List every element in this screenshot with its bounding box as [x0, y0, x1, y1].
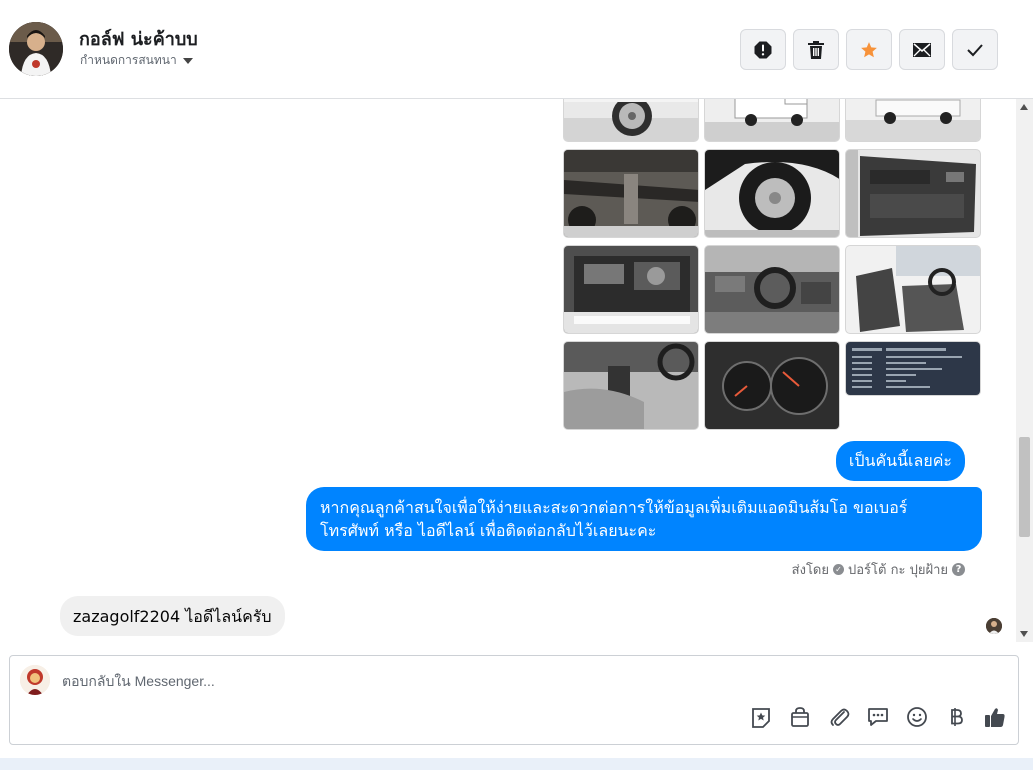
page-avatar [20, 665, 50, 695]
seen-avatar [986, 618, 1002, 634]
check-badge-icon: ✓ [833, 564, 844, 575]
baht-icon [951, 708, 963, 726]
sent-by-name: ปอร์โต้ กะ ปุยฝ้าย [848, 563, 948, 578]
checkmark-icon [967, 43, 983, 56]
conversation-header: กอล์ฟ น่ะค้าบบ กำหนดการสนทนา [0, 0, 1033, 99]
star-icon [861, 41, 877, 57]
assign-conversation-dropdown[interactable]: กำหนดการสนทนา [80, 51, 193, 70]
assign-label: กำหนดการสนทนา [80, 53, 177, 67]
caret-down-icon [182, 57, 193, 64]
done-button[interactable] [952, 29, 998, 70]
reply-input[interactable] [62, 668, 962, 694]
message-bubble-outgoing[interactable]: หากคุณลูกค้าสนใจเพื่อให้ง่ายและสะดวกต่อก… [306, 487, 982, 551]
photo-thumbnail[interactable] [563, 245, 699, 334]
photo-thumbnail[interactable] [845, 341, 981, 396]
sticker-button[interactable] [750, 706, 772, 728]
photo-thumbnail[interactable] [563, 149, 699, 238]
envelope-icon [913, 42, 931, 57]
emoji-button[interactable] [906, 706, 928, 728]
message-text-line: หากคุณลูกค้าสนใจเพื่อให้ง่ายและสะดวกต่อก… [320, 498, 908, 517]
scroll-thumb[interactable] [1019, 437, 1030, 537]
contact-avatar[interactable] [9, 22, 63, 76]
delete-button[interactable] [793, 29, 839, 70]
message-text-line: โทรศัพท์ หรือ ไอดีไลน์ เพื่อติดต่อกลับไว… [320, 521, 657, 540]
sent-by-prefix: ส่งโดย [791, 563, 829, 578]
header-actions [740, 29, 998, 70]
saved-reply-icon [868, 708, 888, 726]
paperclip-icon [830, 708, 850, 726]
photo-thumbnail[interactable] [845, 245, 981, 334]
emoji-icon [907, 707, 927, 727]
photo-thumbnail[interactable] [704, 99, 840, 142]
composer-tools [750, 706, 1006, 728]
mark-unread-button[interactable] [899, 29, 945, 70]
photo-thumbnail[interactable] [704, 341, 840, 430]
shop-bag-icon [791, 707, 809, 727]
spam-button[interactable] [740, 29, 786, 70]
star-button[interactable] [846, 29, 892, 70]
photo-thumbnail[interactable] [704, 245, 840, 334]
sticker-icon [752, 708, 770, 728]
message-bubble-incoming[interactable]: zazagolf2204 ไอดีไลน์ครับ [60, 596, 285, 636]
message-thread: เป็นคันนี้เลยค่ะ หากคุณลูกค้าสนใจเพื่อให… [0, 99, 1016, 642]
photo-thumbnail[interactable] [704, 149, 840, 238]
photo-thumbnail[interactable] [563, 99, 699, 142]
attach-button[interactable] [828, 706, 850, 728]
help-icon[interactable]: ? [952, 563, 965, 576]
saved-reply-button[interactable] [867, 706, 889, 728]
thread-scrollbar[interactable] [1016, 99, 1033, 642]
exclamation-icon [754, 41, 772, 58]
message-bubble-outgoing[interactable]: เป็นคันนี้เลยค่ะ [835, 441, 965, 481]
contact-name[interactable]: กอล์ฟ น่ะค้าบบ [79, 24, 198, 53]
bottom-strip [0, 758, 1033, 770]
shop-button[interactable] [789, 706, 811, 728]
thumbs-up-icon [985, 708, 1005, 727]
inbox-conversation-view: กอล์ฟ น่ะค้าบบ กำหนดการสนทนา เป็นคันนี้เ… [0, 0, 1033, 770]
scroll-up-icon[interactable] [1020, 104, 1028, 110]
trash-icon [808, 40, 824, 59]
like-button[interactable] [984, 706, 1006, 728]
photo-thumbnail[interactable] [845, 149, 981, 238]
photo-thumbnail[interactable] [845, 99, 981, 142]
sent-by-info: ส่งโดย ✓ ปอร์โต้ กะ ปุยฝ้าย ? [792, 559, 965, 580]
reply-composer [9, 655, 1019, 745]
photo-thumbnail[interactable] [563, 341, 699, 430]
payment-button[interactable] [945, 706, 967, 728]
scroll-down-icon[interactable] [1020, 631, 1028, 637]
